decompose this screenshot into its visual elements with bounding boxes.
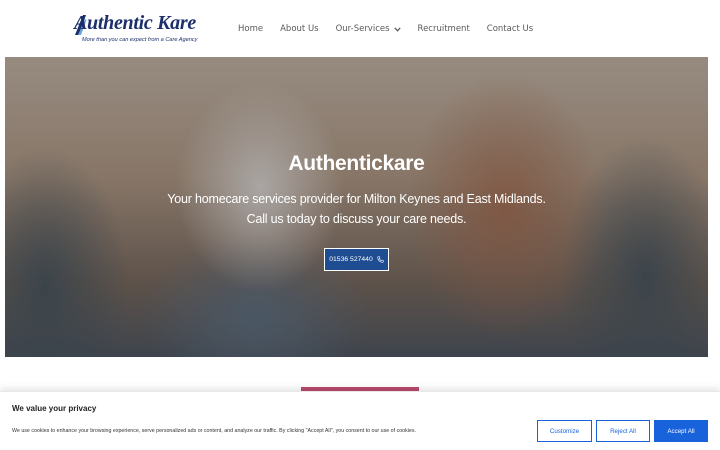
hero-subtitle: Your homecare services provider for Milt… (5, 189, 708, 229)
nav-item-home[interactable]: Home (238, 24, 263, 34)
call-phone-button[interactable]: 01536 527440 (324, 248, 389, 271)
logo-text: Authentic Kare (74, 12, 196, 34)
hero-subtitle-line-1: Your homecare services provider for Milt… (167, 192, 546, 206)
site-logo[interactable]: Authentic Kare More than you can expect … (74, 12, 198, 46)
nav-item-label: Our-Services (335, 24, 390, 34)
nav-item-recruitment[interactable]: Recruitment (418, 24, 470, 34)
cookie-title: We value your privacy (12, 404, 97, 413)
nav-item-label: Contact Us (486, 24, 534, 34)
cookie-description: We use cookies to enhance your browsing … (12, 428, 416, 434)
nav-item-our-services[interactable]: Our-Services (336, 24, 401, 34)
cookie-consent-bar: We value your privacy We use cookies to … (0, 391, 720, 450)
customize-button[interactable]: Customize (537, 420, 592, 442)
phone-number: 01536 527440 (329, 256, 373, 263)
hero-title: Authentickare (288, 152, 425, 175)
nav-item-label: About Us (280, 24, 319, 34)
nav-item-contact-us[interactable]: Contact Us (487, 24, 533, 34)
reject-all-button[interactable]: Reject All (596, 420, 650, 442)
nav-item-label: Recruitment (417, 24, 470, 34)
accept-all-button[interactable]: Accept All (654, 420, 708, 442)
site-header: Authentic Kare More than you can expect … (0, 0, 720, 57)
hero-banner: Authentickare Your homecare services pro… (5, 57, 708, 357)
chevron-down-icon (393, 26, 401, 32)
hero-subtitle-line-2: Call us today to discuss your care needs… (246, 212, 467, 226)
nav-item-about-us[interactable]: About Us (280, 24, 318, 34)
logo-tagline: More than you can expect from a Care Age… (82, 37, 198, 43)
main-nav: Home About Us Our-Services Recruitment C… (238, 21, 550, 37)
nav-item-label: Home (238, 24, 264, 34)
phone-icon (377, 256, 384, 263)
